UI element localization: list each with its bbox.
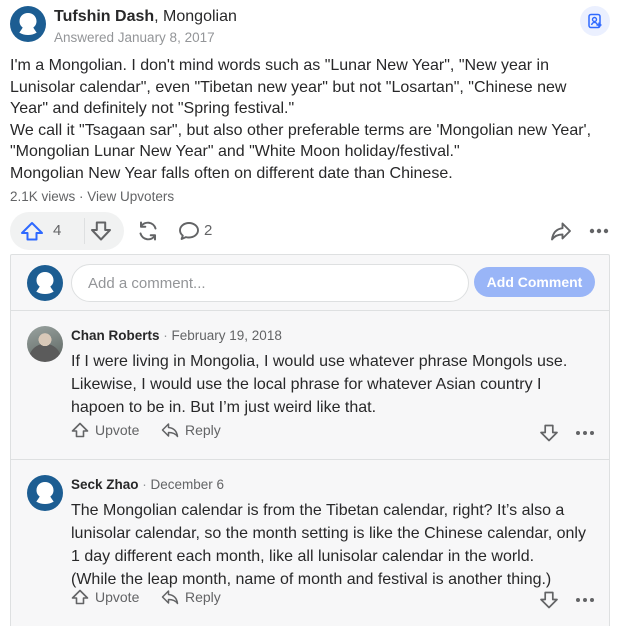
comment-upvote-button[interactable]: Upvote xyxy=(71,422,139,438)
author-avatar[interactable] xyxy=(10,6,46,42)
bookmark-icon xyxy=(588,13,602,29)
add-comment-row: Add Comment xyxy=(11,255,609,311)
comment-icon[interactable] xyxy=(178,221,200,241)
views-count: 2.1K views xyxy=(10,189,76,204)
comment-reply-button[interactable]: Reply xyxy=(161,422,221,438)
comment-line: The Mongolian calendar is from the Tibet… xyxy=(71,502,565,519)
commenter-avatar[interactable] xyxy=(27,475,63,511)
upvote-count: 4 xyxy=(53,222,62,239)
comment-header: Seck Zhao · December 6 xyxy=(71,477,224,492)
answer-line: We call it "Tsagaan sar", but also other… xyxy=(10,121,592,139)
bookmark-button[interactable] xyxy=(580,6,610,36)
more-options-icon[interactable] xyxy=(575,595,595,605)
comments-section: Add Comment Chan Roberts · February 19, … xyxy=(10,254,610,626)
author-name[interactable]: Tufshin Dash xyxy=(54,8,154,25)
comment-input[interactable] xyxy=(71,264,469,302)
comment-text: If I were living in Mongolia, I would us… xyxy=(71,350,599,419)
comment-text: The Mongolian calendar is from the Tibet… xyxy=(71,499,599,591)
reply-label: Reply xyxy=(185,422,221,438)
comment-line: Likewise, I would use the local phrase f… xyxy=(71,376,542,393)
comment-header: Chan Roberts · February 19, 2018 xyxy=(71,328,282,343)
vote-pill: 4 xyxy=(10,212,124,250)
comment-line: If I were living in Mongolia, I would us… xyxy=(71,353,568,370)
view-upvoters-link[interactable]: View Upvoters xyxy=(87,189,174,204)
answer-line: Lunisolar calendar", even "Tibetan new y… xyxy=(10,78,567,96)
reply-label: Reply xyxy=(185,589,221,605)
more-options-icon[interactable] xyxy=(575,428,595,438)
answer-line: I'm a Mongolian. I don't mind words such… xyxy=(10,57,549,74)
comment-line: 1 day different each month, like all lun… xyxy=(71,548,535,565)
reply-icon xyxy=(161,590,179,605)
reply-icon xyxy=(161,423,179,438)
commenter-name[interactable]: Chan Roberts xyxy=(71,328,160,343)
comment-item: Seck Zhao · December 6 The Mongolian cal… xyxy=(11,461,609,626)
current-user-avatar xyxy=(27,265,63,301)
add-comment-button[interactable]: Add Comment xyxy=(474,267,595,297)
downvote-icon[interactable] xyxy=(539,591,559,609)
answer-header: Tufshin Dash, Mongolian Answered January… xyxy=(10,6,612,50)
answer-stats: 2.1K views · View Upvoters xyxy=(10,189,174,204)
comment-separator: · xyxy=(159,328,172,343)
upvote-label: Upvote xyxy=(95,589,140,605)
author-line: Tufshin Dash, Mongolian xyxy=(54,8,237,26)
downvote-icon[interactable] xyxy=(539,424,559,442)
downvote-icon[interactable] xyxy=(90,221,112,241)
answer-line: "Mongolian Lunar New Year" and "White Mo… xyxy=(10,143,460,161)
comment-date[interactable]: February 19, 2018 xyxy=(172,328,282,343)
comment-item: Chan Roberts · February 19, 2018 If I we… xyxy=(11,312,609,460)
upvote-label: Upvote xyxy=(95,422,140,438)
comment-line: (While the leap month, name of month and… xyxy=(71,571,552,588)
comment-separator: · xyxy=(138,477,151,492)
comment-reply-button[interactable]: Reply xyxy=(161,589,221,605)
comment-line: lunisolar calendar, so the month setting… xyxy=(71,525,586,542)
comment-line: hapoen to be in. But I’m just weird like… xyxy=(71,399,377,416)
comment-date[interactable]: December 6 xyxy=(151,477,225,492)
vote-divider xyxy=(84,218,85,244)
commenter-avatar[interactable] xyxy=(27,326,63,362)
answer-text: I'm a Mongolian. I don't mind words such… xyxy=(10,55,610,185)
comment-upvote-button[interactable]: Upvote xyxy=(71,589,139,605)
answer-line: Mongolian New Year falls often on differ… xyxy=(10,164,453,182)
upvote-icon xyxy=(71,422,89,438)
more-options-icon[interactable] xyxy=(588,222,610,240)
author-credential: , Mongolian xyxy=(154,8,237,25)
comment-actions: Upvote Reply xyxy=(71,422,595,446)
commenter-name[interactable]: Seck Zhao xyxy=(71,477,139,492)
reshare-icon[interactable] xyxy=(136,220,160,242)
comment-actions: Upvote Reply xyxy=(71,589,595,613)
comment-count: 2 xyxy=(204,222,213,239)
upvote-icon[interactable] xyxy=(20,221,44,241)
upvote-icon xyxy=(71,589,89,605)
stats-separator: · xyxy=(75,189,88,204)
action-bar: 4 2 xyxy=(10,212,612,252)
answer-line: Year" and definitely not "Spring festiva… xyxy=(10,100,295,118)
answered-date[interactable]: Answered January 8, 2017 xyxy=(54,30,215,45)
share-icon[interactable] xyxy=(550,220,572,242)
